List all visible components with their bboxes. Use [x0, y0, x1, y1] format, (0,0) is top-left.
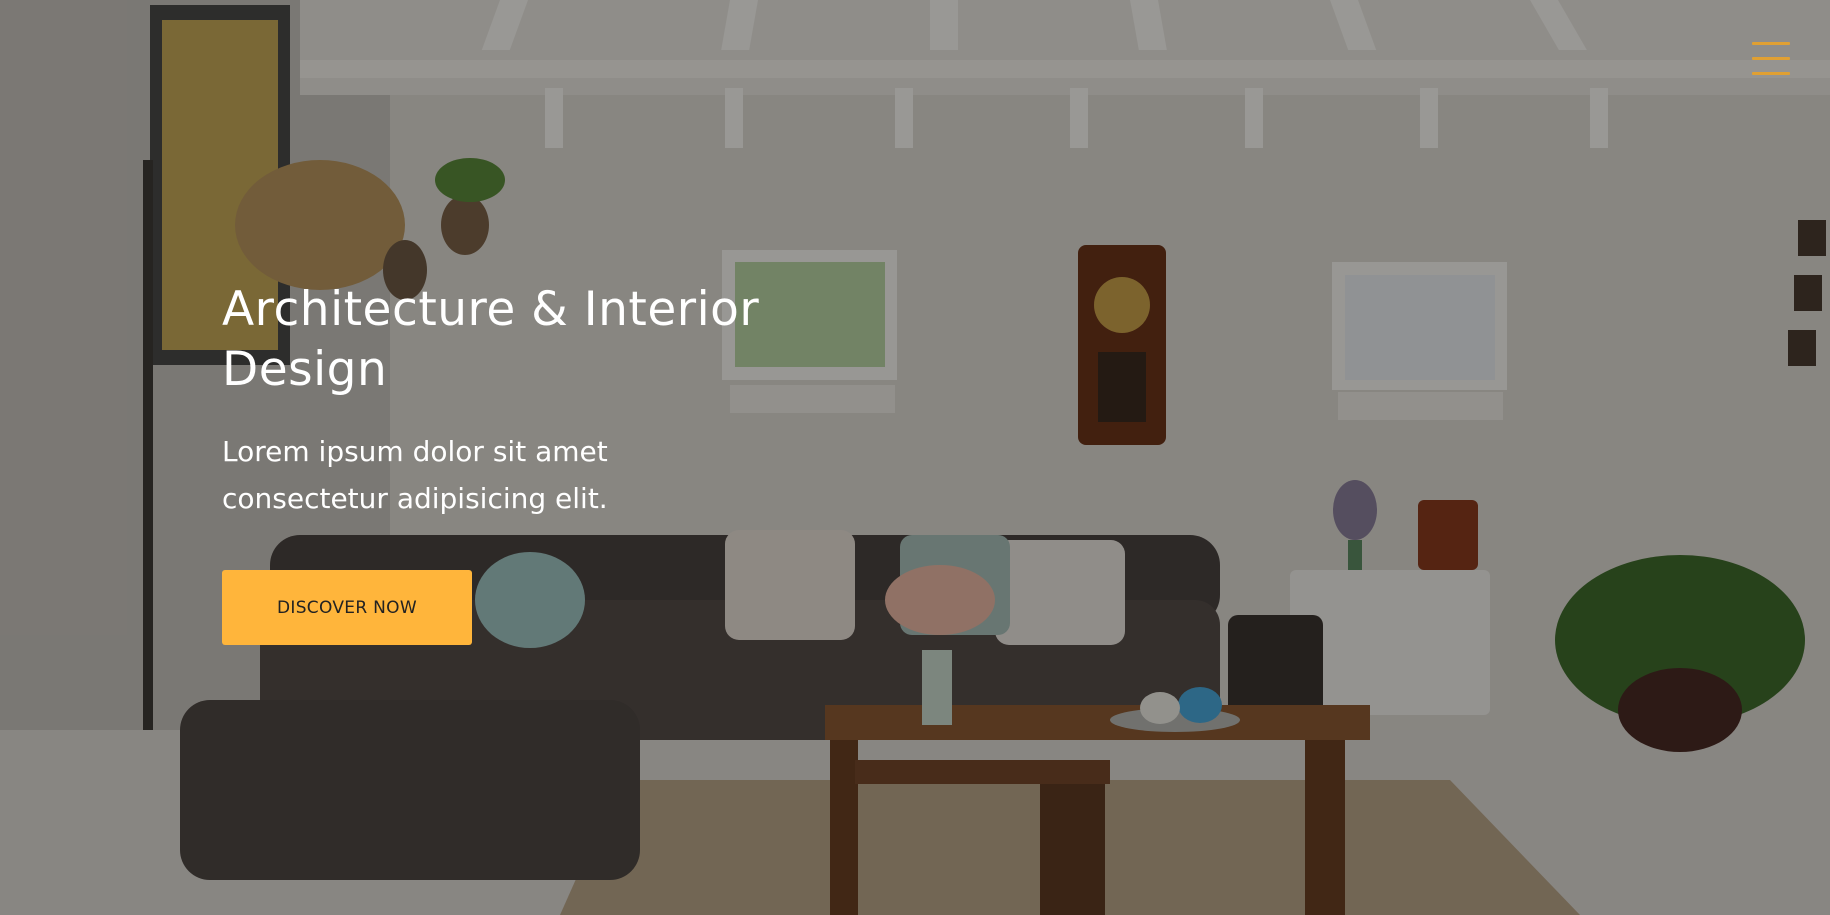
menu-line: [1752, 42, 1790, 45]
menu-line: [1752, 57, 1790, 60]
hero-subtitle: Lorem ipsum dolor sit amet consectetur a…: [222, 435, 608, 515]
hero-content: Architecture & Interior Design Lorem ips…: [222, 280, 842, 645]
hamburger-menu-icon[interactable]: [1752, 42, 1790, 78]
menu-line: [1752, 72, 1790, 75]
hero-section: Architecture & Interior Design Lorem ips…: [0, 0, 1830, 915]
discover-now-button[interactable]: DISCOVER NOW: [222, 570, 472, 645]
hero-title: Architecture & Interior Design: [222, 282, 760, 397]
